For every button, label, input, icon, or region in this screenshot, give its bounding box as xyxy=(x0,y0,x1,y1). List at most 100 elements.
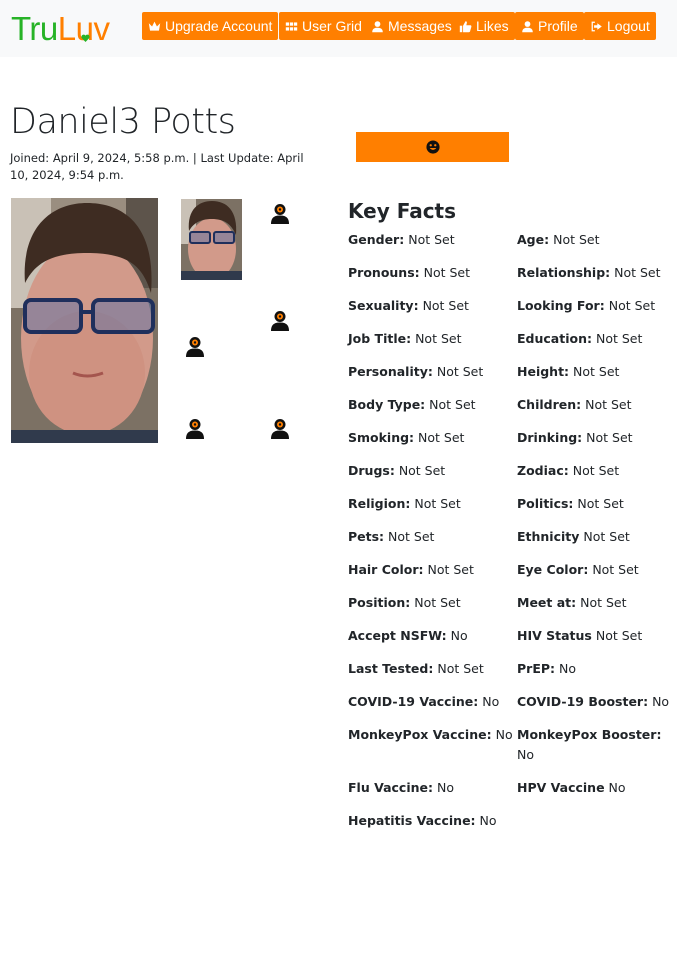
fact-monkeypox-vaccine: MonkeyPox Vaccine: No xyxy=(348,725,513,745)
fact-label: Accept NSFW: xyxy=(348,628,447,643)
fact-value: No xyxy=(495,727,513,742)
logout-icon xyxy=(591,21,602,31)
upgrade-account-button[interactable]: Upgrade Account xyxy=(142,12,279,40)
fact-value: Not Set xyxy=(572,463,620,478)
fact-value: Not Set xyxy=(398,463,446,478)
profile-name: Daniel3 Potts xyxy=(10,102,236,142)
fact-label: MonkeyPox Vaccine: xyxy=(348,727,492,742)
emoji-reaction-button[interactable] xyxy=(356,132,509,162)
fact-value: Not Set xyxy=(429,397,476,412)
trulov-logo[interactable]: TruLuv xyxy=(11,9,110,49)
crown-icon xyxy=(148,21,161,31)
upgrade-account-label: Upgrade Account xyxy=(165,18,273,34)
fact-label: Gender: xyxy=(348,232,405,247)
fact-ethnicity: Ethnicity Not Set xyxy=(517,527,630,547)
messages-button[interactable]: Messages xyxy=(365,12,458,40)
fact-hepatitis-vaccine: Hepatitis Vaccine: No xyxy=(348,811,497,831)
fact-accept-nsfw: Accept NSFW: No xyxy=(348,626,468,646)
fact-children: Children: Not Set xyxy=(517,395,632,415)
fact-label: Flu Vaccine: xyxy=(348,780,433,795)
fact-body-type: Body Type: Not Set xyxy=(348,395,476,415)
fact-label: COVID-19 Booster: xyxy=(517,694,649,709)
top-navbar: TruLuv Upgrade Account User Grid Message… xyxy=(0,0,677,57)
fact-label: Body Type: xyxy=(348,397,426,412)
fact-covid-booster: COVID-19 Booster: No xyxy=(517,692,669,712)
fact-flu-vaccine: Flu Vaccine: No xyxy=(348,778,454,798)
fact-eye-color: Eye Color: Not Set xyxy=(517,560,639,580)
fact-value: Not Set xyxy=(585,397,632,412)
fact-value: Not Set xyxy=(436,364,484,379)
fact-value: Not Set xyxy=(553,232,600,247)
avatar-placeholder-icon[interactable] xyxy=(185,418,205,440)
fact-smoking: Smoking: Not Set xyxy=(348,428,464,448)
fact-covid-vaccine: COVID-19 Vaccine: No xyxy=(348,692,499,712)
fact-last-tested: Last Tested: Not Set xyxy=(348,659,484,679)
fact-value: No xyxy=(482,694,500,709)
fact-label: Drugs: xyxy=(348,463,395,478)
logout-label: Logout xyxy=(607,18,650,34)
avatar-placeholder-icon[interactable] xyxy=(270,203,290,225)
fact-prep: PrEP: No xyxy=(517,659,576,679)
fact-religion: Religion: Not Set xyxy=(348,494,461,514)
fact-value: Not Set xyxy=(408,232,455,247)
fact-label: Position: xyxy=(348,595,411,610)
fact-label: Children: xyxy=(517,397,582,412)
logout-button[interactable]: Logout xyxy=(584,12,656,40)
thumbs-up-icon xyxy=(459,20,472,32)
fact-value: No xyxy=(436,780,454,795)
fact-label: Pets: xyxy=(348,529,385,544)
fact-pronouns: Pronouns: Not Set xyxy=(348,263,470,283)
main-profile-photo[interactable] xyxy=(11,198,158,443)
fact-value: Not Set xyxy=(415,331,462,346)
fact-label: HIV Status xyxy=(517,628,592,643)
fact-label: COVID-19 Vaccine: xyxy=(348,694,479,709)
user-icon xyxy=(522,20,533,32)
fact-label: Age: xyxy=(517,232,550,247)
fact-sexuality: Sexuality: Not Set xyxy=(348,296,469,316)
fact-job-title: Job Title: Not Set xyxy=(348,329,461,349)
fact-value: No xyxy=(479,813,497,828)
avatar-placeholder-icon[interactable] xyxy=(270,310,290,332)
profile-button[interactable]: Profile xyxy=(515,12,584,40)
fact-pets: Pets: Not Set xyxy=(348,527,434,547)
fact-label: Meet at: xyxy=(517,595,577,610)
fact-zodiac: Zodiac: Not Set xyxy=(517,461,619,481)
avatar-placeholder-icon[interactable] xyxy=(270,418,290,440)
fact-personality: Personality: Not Set xyxy=(348,362,483,382)
fact-label: Height: xyxy=(517,364,570,379)
profile-photo-image xyxy=(11,198,158,443)
user-grid-button[interactable]: User Grid xyxy=(279,12,368,40)
fact-value: Not Set xyxy=(586,430,633,445)
fact-label: Personality: xyxy=(348,364,433,379)
fact-value: Not Set xyxy=(437,661,484,676)
key-facts-title: Key Facts xyxy=(348,199,457,223)
fact-value: No xyxy=(652,694,670,709)
fact-label: Looking For: xyxy=(517,298,605,313)
messages-label: Messages xyxy=(388,18,452,34)
fact-label: Job Title: xyxy=(348,331,412,346)
fact-label: Pronouns: xyxy=(348,265,420,280)
fact-value: Not Set xyxy=(423,265,471,280)
fact-value: No xyxy=(608,780,626,795)
profile-label: Profile xyxy=(538,18,578,34)
fact-label: Relationship: xyxy=(517,265,611,280)
likes-label: Likes xyxy=(476,18,509,34)
fact-label: Zodiac: xyxy=(517,463,569,478)
fact-label: Sexuality: xyxy=(348,298,419,313)
fact-label: PrEP: xyxy=(517,661,556,676)
fact-education: Education: Not Set xyxy=(517,329,642,349)
thumbnail-photo[interactable] xyxy=(181,199,242,280)
fact-looking-for: Looking For: Not Set xyxy=(517,296,655,316)
avatar-placeholder-icon[interactable] xyxy=(185,336,205,358)
likes-button[interactable]: Likes xyxy=(453,12,515,40)
fact-value: Not Set xyxy=(414,496,461,511)
fact-value: Not Set xyxy=(414,595,461,610)
fact-value: Not Set xyxy=(608,298,656,313)
fact-relationship: Relationship: Not Set xyxy=(517,263,661,283)
fact-value: Not Set xyxy=(577,496,624,511)
thumbnail-photo-image xyxy=(181,199,242,280)
fact-value: Not Set xyxy=(592,562,639,577)
fact-label: HPV Vaccine xyxy=(517,780,605,795)
fact-value: No xyxy=(450,628,468,643)
fact-value: Not Set xyxy=(583,529,630,544)
